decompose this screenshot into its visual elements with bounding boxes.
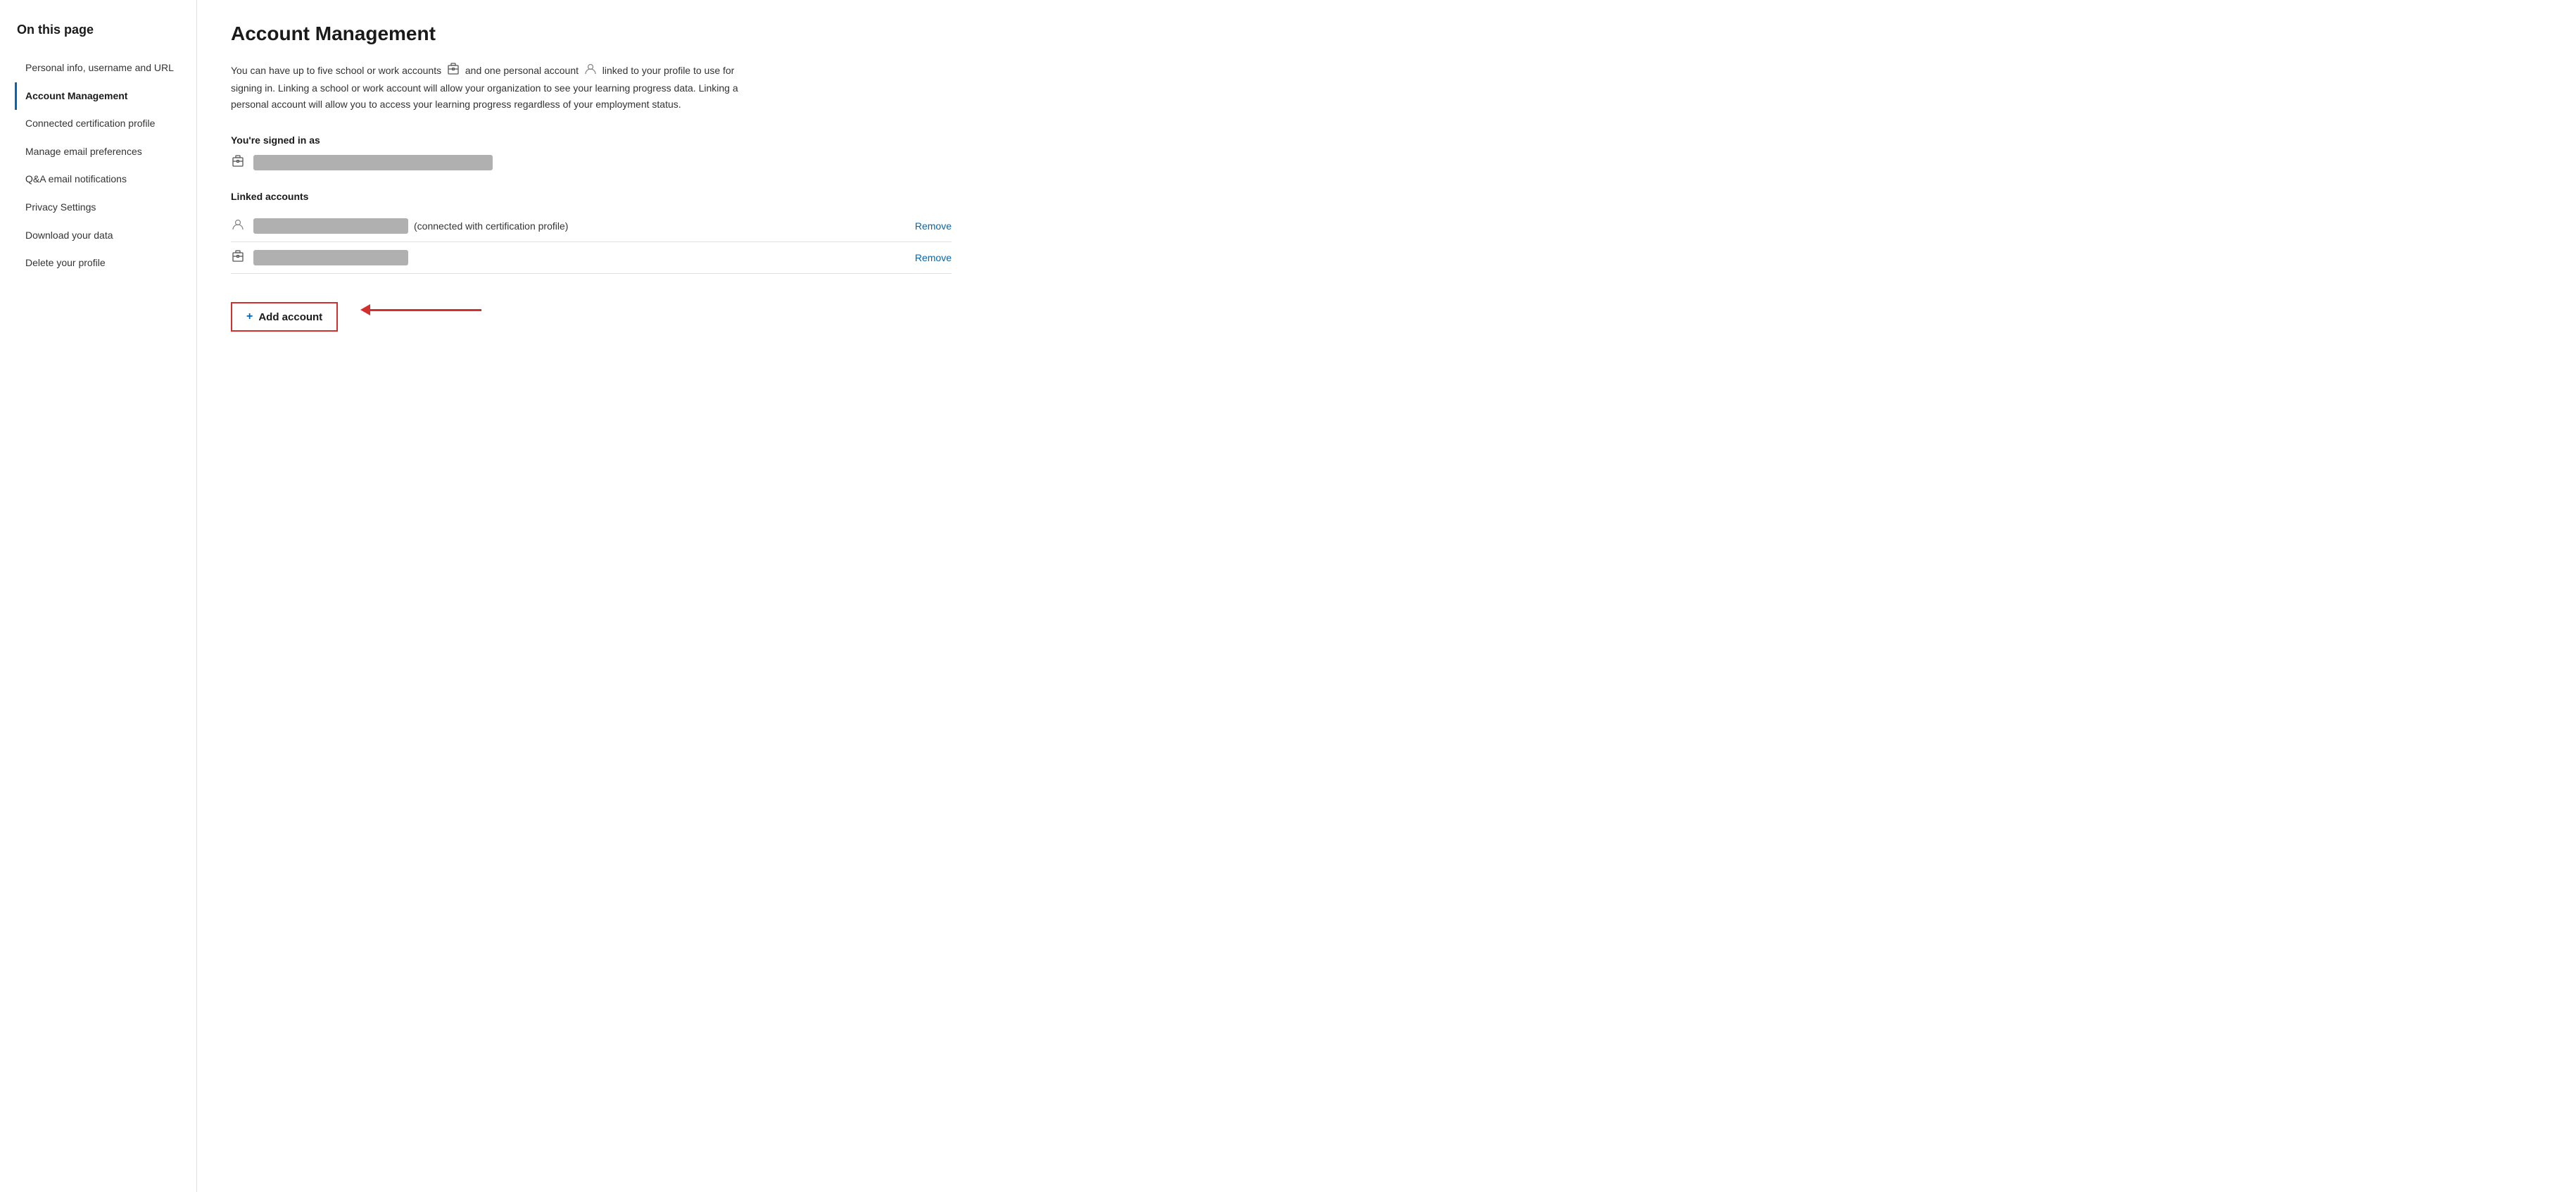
linked-account-row-2: Remove: [231, 242, 952, 274]
plus-icon: +: [246, 310, 253, 323]
sidebar-item-privacy-settings[interactable]: Privacy Settings: [15, 194, 196, 222]
linked-account-1-person-icon: [231, 218, 245, 234]
linked-account-2-text: [253, 250, 907, 265]
sidebar-item-qa-notifications[interactable]: Q&A email notifications: [15, 165, 196, 194]
add-account-label: Add account: [258, 311, 322, 323]
signed-in-email-bar: [253, 155, 493, 170]
work-account-icon: [446, 62, 460, 80]
description-text-part2: and one personal account: [465, 65, 579, 76]
signed-in-row: [231, 154, 952, 171]
main-content: Account Management You can have up to fi…: [197, 0, 985, 1192]
signed-in-label: You're signed in as: [231, 134, 952, 146]
sidebar: On this page Personal info, username and…: [0, 0, 197, 1192]
description-text-part1: You can have up to five school or work a…: [231, 65, 441, 76]
linked-account-2-email-bar: [253, 250, 408, 265]
sidebar-item-account-management[interactable]: Account Management: [15, 82, 196, 111]
page-title: Account Management: [231, 23, 952, 45]
sidebar-item-email-preferences[interactable]: Manage email preferences: [15, 138, 196, 166]
linked-account-row-1: (connected with certification profile) R…: [231, 211, 952, 242]
description-paragraph: You can have up to five school or work a…: [231, 62, 766, 112]
sidebar-item-certification-profile[interactable]: Connected certification profile: [15, 110, 196, 138]
red-arrow-annotation: [360, 304, 481, 315]
red-arrow: [360, 304, 481, 315]
sidebar-item-personal-info[interactable]: Personal info, username and URL: [15, 54, 196, 82]
remove-account-1-button[interactable]: Remove: [915, 220, 952, 232]
sidebar-item-delete-profile[interactable]: Delete your profile: [15, 249, 196, 277]
linked-accounts-label: Linked accounts: [231, 191, 952, 202]
linked-account-1-text: (connected with certification profile): [253, 218, 907, 234]
linked-account-1-email-bar: [253, 218, 408, 234]
add-account-button[interactable]: + Add account: [231, 302, 338, 332]
signed-in-work-icon: [231, 154, 245, 171]
add-account-container: + Add account: [231, 302, 338, 332]
remove-account-2-button[interactable]: Remove: [915, 252, 952, 263]
person-account-icon: [583, 62, 598, 80]
sidebar-item-download-data[interactable]: Download your data: [15, 222, 196, 250]
arrow-line: [369, 309, 481, 311]
sidebar-heading: On this page: [17, 23, 196, 37]
linked-accounts-section: Linked accounts (connected with certific…: [231, 191, 952, 274]
linked-account-1-cert-label: (connected with certification profile): [414, 220, 568, 232]
linked-account-2-work-icon: [231, 249, 245, 266]
